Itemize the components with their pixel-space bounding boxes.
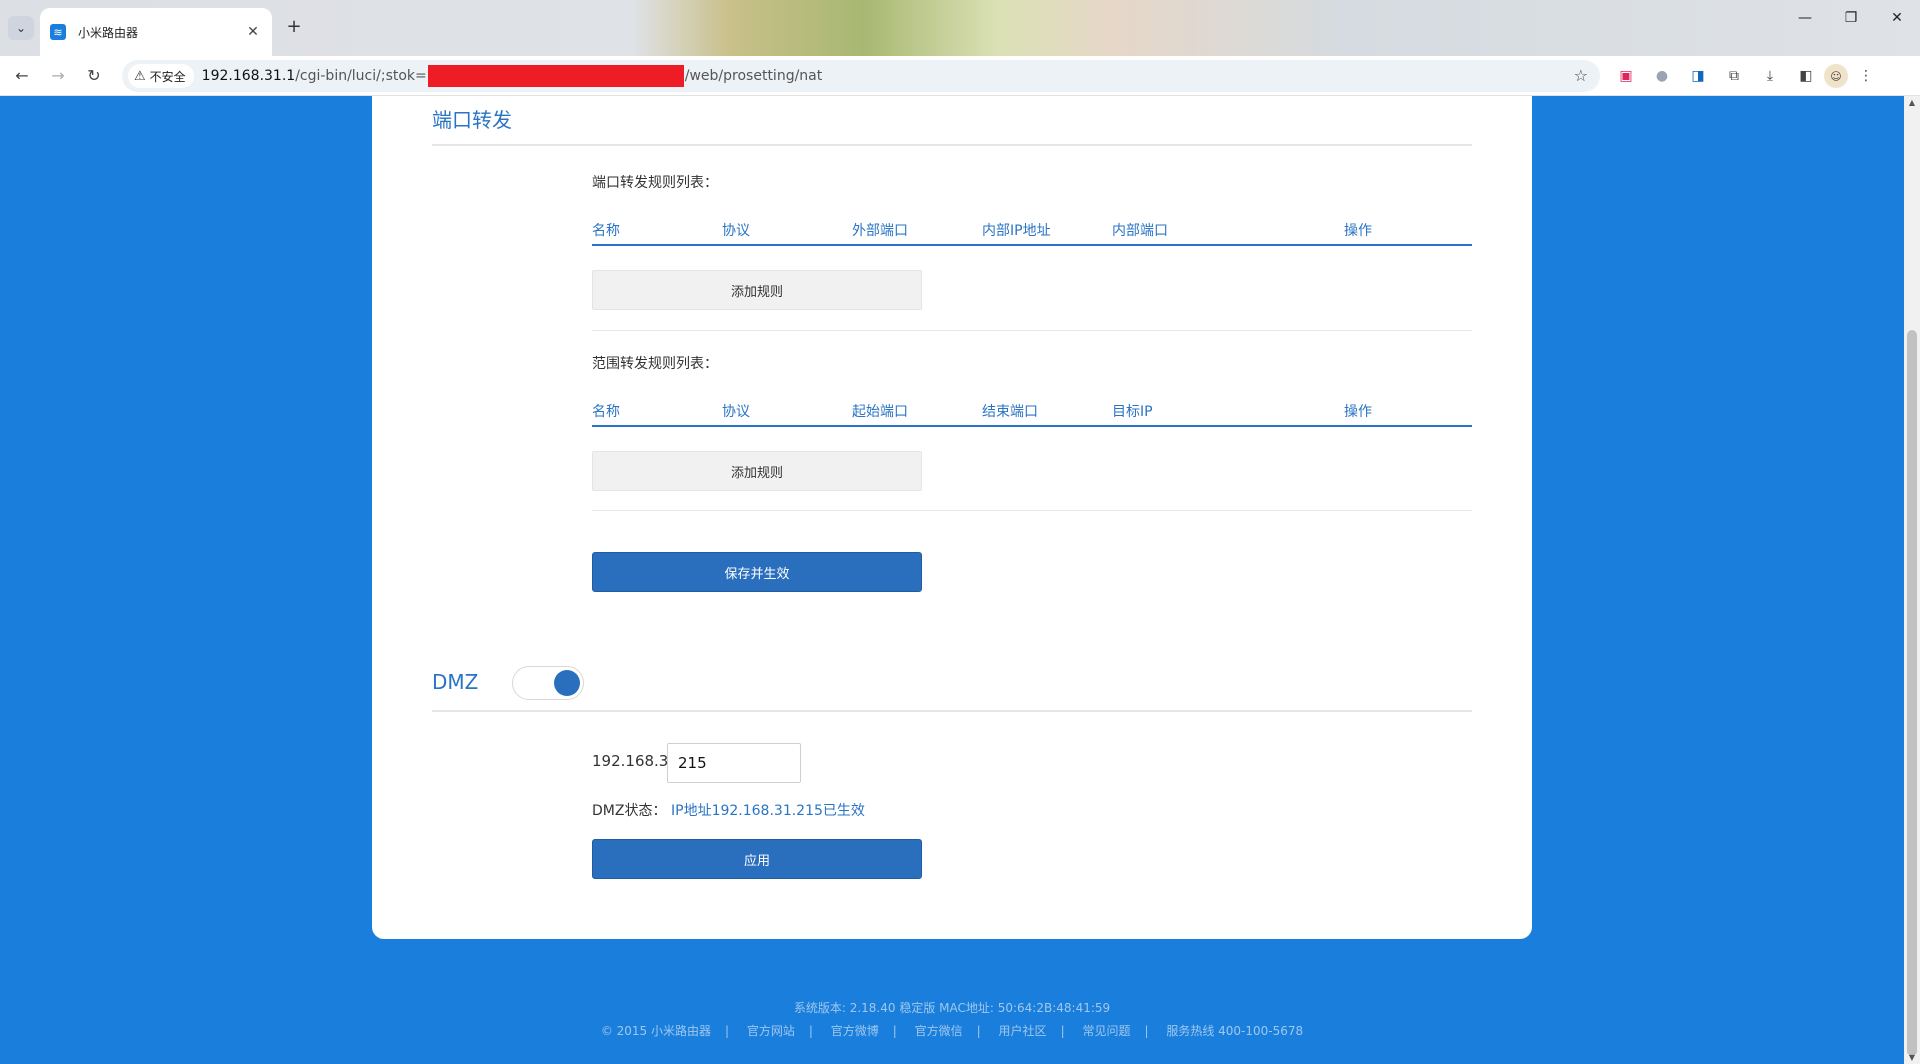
range-rules-table-header: 名称 协议 起始端口 结束端口 目标IP 操作 xyxy=(592,397,1472,427)
new-tab-button[interactable]: + xyxy=(282,16,306,37)
security-label: 不安全 xyxy=(149,69,186,84)
tab-search-button[interactable]: ⌄ xyxy=(8,16,34,40)
dmz-toggle-switch[interactable] xyxy=(512,666,584,700)
minimize-icon[interactable]: — xyxy=(1782,10,1828,26)
divider xyxy=(592,510,1472,511)
browser-tab[interactable]: ≋ 小米路由器 ✕ xyxy=(40,8,272,56)
puzzle-extensions-icon[interactable]: ⧉ xyxy=(1716,64,1752,88)
port-rules-table-header: 名称 协议 外部端口 内部IP地址 内部端口 操作 xyxy=(592,216,1472,246)
close-window-icon[interactable]: ✕ xyxy=(1874,10,1920,26)
footer-link[interactable]: 常见问题 xyxy=(1082,1024,1130,1038)
dmz-title: DMZ xyxy=(432,670,479,694)
address-bar[interactable]: ⚠ 不安全 192.168.31.1 /cgi-bin/luci/;stok= … xyxy=(122,60,1600,92)
column-header: 目标IP xyxy=(1112,404,1153,420)
vertical-scrollbar[interactable]: ▲ ▼ xyxy=(1904,96,1920,1064)
window-controls: — ❐ ✕ xyxy=(1782,10,1920,26)
reload-icon[interactable]: ↻ xyxy=(82,64,106,88)
column-header: 操作 xyxy=(1344,404,1372,420)
range-rules-caption: 范围转发规则列表： xyxy=(592,356,718,372)
footer-hotline: 服务热线 400-100-5678 xyxy=(1166,1024,1304,1038)
column-header: 名称 xyxy=(592,223,620,239)
copyright-text: © 2015 小米路由器 xyxy=(600,1024,711,1038)
shield-extension-icon[interactable]: ◨ xyxy=(1680,64,1716,88)
page-viewport: 端口转发 端口转发规则列表： 名称 协议 外部端口 内部IP地址 内部端口 操作… xyxy=(0,96,1904,1064)
column-header: 协议 xyxy=(722,404,750,420)
column-header: 协议 xyxy=(722,223,750,239)
restore-icon[interactable]: ❐ xyxy=(1828,10,1874,26)
scroll-up-arrow-icon[interactable]: ▲ xyxy=(1904,98,1920,107)
column-header: 结束端口 xyxy=(982,404,1038,420)
footer-version: 系统版本: 2.18.40 稳定版 MAC地址: 50:64:2B:48:41:… xyxy=(793,1001,1111,1015)
extension-area: ▣ ● ◨ ⧉ ⤓ ◧ ☺ ⋮ xyxy=(1608,64,1884,88)
footer-link[interactable]: 官方网站 xyxy=(747,1024,795,1038)
divider xyxy=(592,330,1472,331)
circle-extension-icon[interactable]: ● xyxy=(1644,64,1680,88)
save-apply-button[interactable]: 保存并生效 xyxy=(592,552,922,592)
footer-links: © 2015 小米路由器 | 官方网站 | 官方微博 | 官方微信 | 用户社区 | 常见… xyxy=(600,1024,1304,1038)
menu-dots-icon[interactable]: ⋮ xyxy=(1848,64,1884,88)
tab-title: 小米路由器 xyxy=(78,25,139,40)
wifi-favicon-icon: ≋ xyxy=(50,24,66,40)
chevron-down-icon: ⌄ xyxy=(15,21,27,35)
forward-arrow-icon[interactable]: → xyxy=(46,64,70,88)
url-host: 192.168.31.1 xyxy=(201,68,296,84)
column-header: 名称 xyxy=(592,404,620,420)
close-tab-icon[interactable]: ✕ xyxy=(242,24,264,40)
section-divider xyxy=(432,144,1472,146)
scrollbar-thumb[interactable] xyxy=(1907,330,1917,1056)
add-port-rule-button[interactable]: 添加规则 xyxy=(592,270,922,310)
column-header: 内部端口 xyxy=(1112,223,1168,239)
toggle-knob xyxy=(554,670,580,696)
apply-button[interactable]: 应用 xyxy=(592,839,922,879)
bookmark-star-icon[interactable]: ☆ xyxy=(1574,66,1588,85)
url-path-prefix: /cgi-bin/luci/;stok= xyxy=(295,68,427,84)
footer-link[interactable]: 官方微博 xyxy=(831,1024,879,1038)
url-text[interactable]: 192.168.31.1 /cgi-bin/luci/;stok= /web/p… xyxy=(201,65,823,87)
browser-toolbar: ← → ↻ ⚠ 不安全 192.168.31.1 /cgi-bin/luci/;… xyxy=(0,56,1920,96)
port-forward-title: 端口转发 xyxy=(432,108,512,132)
profile-avatar[interactable]: ☺ xyxy=(1824,64,1848,88)
url-path-suffix: /web/prosetting/nat xyxy=(684,68,823,84)
security-chip[interactable]: ⚠ 不安全 xyxy=(128,64,194,88)
dmz-ip-input[interactable] xyxy=(667,743,801,783)
redaction-box xyxy=(427,65,684,87)
column-header: 外部端口 xyxy=(852,223,908,239)
column-header: 起始端口 xyxy=(852,404,908,420)
column-header: 操作 xyxy=(1344,223,1372,239)
back-arrow-icon[interactable]: ← xyxy=(10,64,34,88)
port-rules-caption: 端口转发规则列表： xyxy=(592,175,718,191)
column-header: 内部IP地址 xyxy=(982,223,1051,239)
download-icon[interactable]: ⤓ xyxy=(1752,64,1788,88)
add-range-rule-button[interactable]: 添加规则 xyxy=(592,451,922,491)
dmz-status-label: DMZ状态： xyxy=(592,803,667,819)
dmz-status-value: IP地址192.168.31.215已生效 xyxy=(671,803,865,819)
translate-extension-icon[interactable]: ▣ xyxy=(1608,64,1644,88)
scroll-down-arrow-icon[interactable]: ▼ xyxy=(1904,1053,1920,1062)
section-divider xyxy=(432,710,1472,712)
browser-titlebar: ⌄ ≋ 小米路由器 ✕ + — ❐ ✕ xyxy=(0,0,1920,56)
settings-card: 端口转发 端口转发规则列表： 名称 协议 外部端口 内部IP地址 内部端口 操作… xyxy=(372,96,1532,939)
footer-link[interactable]: 官方微信 xyxy=(915,1024,963,1038)
side-panel-icon[interactable]: ◧ xyxy=(1788,64,1824,88)
warning-icon: ⚠ xyxy=(134,68,146,84)
footer-link[interactable]: 用户社区 xyxy=(999,1024,1047,1038)
